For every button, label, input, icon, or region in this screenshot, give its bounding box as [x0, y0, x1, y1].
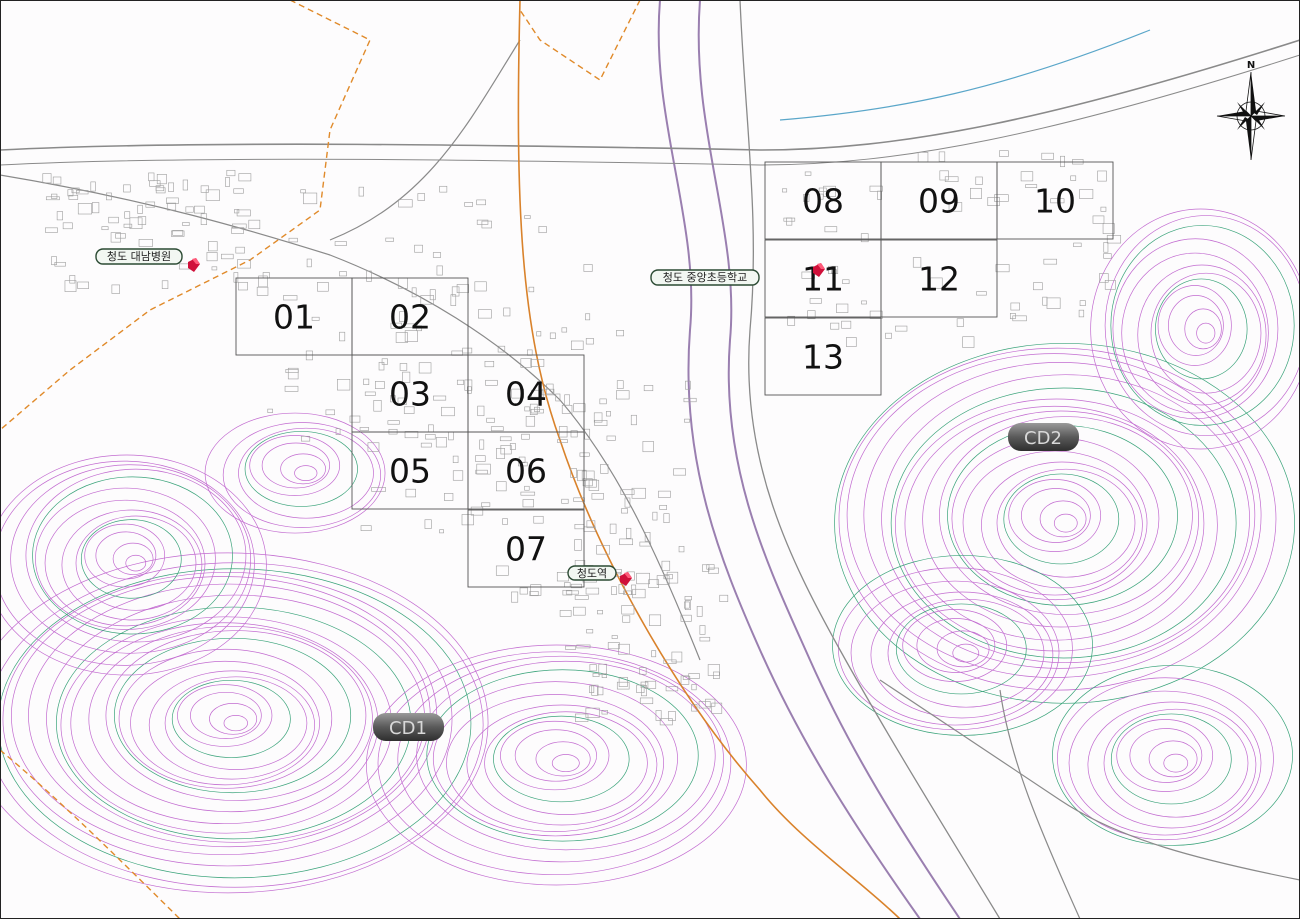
grid-cell-label-11: 11: [802, 260, 844, 299]
place-label-station[interactable]: 청도역: [567, 565, 617, 581]
grid-cell-label-08: 08: [802, 182, 844, 221]
grid-cell-label-13: 13: [802, 338, 844, 377]
grid-cell-label-06: 06: [505, 452, 547, 491]
grid-cell-label-12: 12: [918, 260, 960, 299]
grid-cell-label-07: 07: [505, 530, 547, 569]
place-label-hospital-text: 청도 대남병원: [107, 250, 171, 263]
grid-cell-label-10: 10: [1034, 182, 1076, 221]
grid-cell-label-02: 02: [389, 298, 431, 337]
badge-cd1-text: CD1: [389, 718, 427, 739]
grid-cell-label-05: 05: [389, 452, 431, 491]
badge-cd2[interactable]: CD2: [1008, 423, 1079, 451]
grid-cell-label-03: 03: [389, 375, 431, 414]
place-label-school[interactable]: 청도 중앙초등학교: [650, 269, 760, 286]
badge-cd2-text: CD2: [1024, 428, 1062, 449]
badge-cd1[interactable]: CD1: [373, 713, 444, 741]
map-background: [0, 0, 1300, 919]
grid-cell-label-04: 04: [505, 375, 547, 414]
grid-cell-label-09: 09: [918, 182, 960, 221]
place-label-hospital[interactable]: 청도 대남병원: [95, 248, 183, 265]
place-label-school-text: 청도 중앙초등학교: [663, 271, 747, 284]
compass-north-label: N: [1247, 60, 1255, 71]
topographic-map[interactable]: 01 02 03 04 05 06 07 08 09 10 11 12 13 청도 대남병원 청도 중앙…: [0, 0, 1300, 919]
place-label-station-text: 청도역: [577, 567, 607, 580]
grid-cell-label-01: 01: [273, 298, 315, 337]
